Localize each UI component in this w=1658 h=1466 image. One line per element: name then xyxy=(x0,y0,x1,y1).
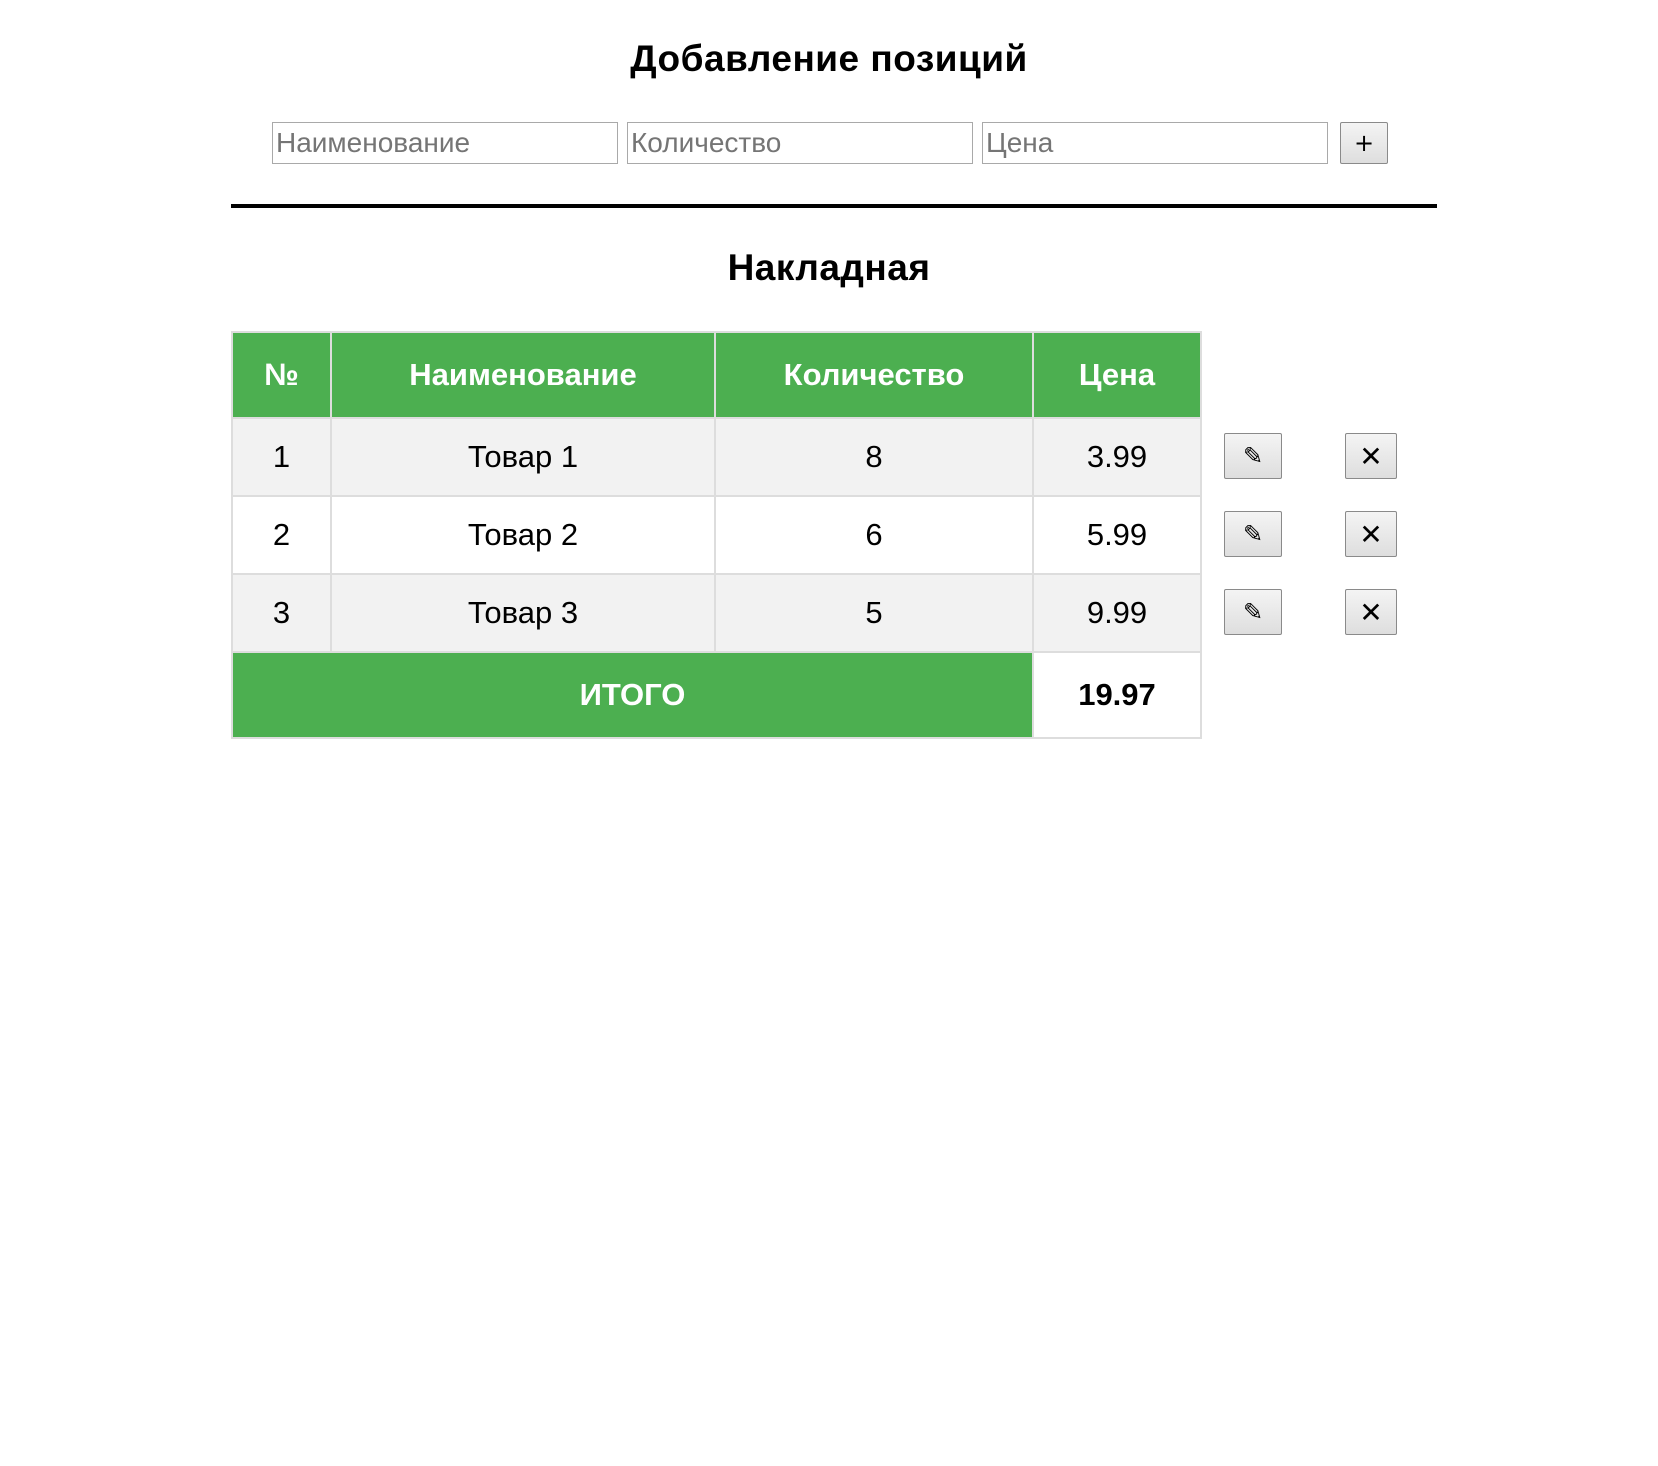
add-section-title: Добавление позиций xyxy=(630,38,1028,79)
delete-row-1-button[interactable]: ✕ xyxy=(1345,433,1397,479)
invoice-title: Накладная xyxy=(727,247,931,288)
edit-row-3-button[interactable]: ✎ xyxy=(1224,589,1282,635)
close-icon: ✕ xyxy=(1359,595,1383,629)
column-header-number: № xyxy=(231,331,332,419)
section-divider xyxy=(231,204,1437,208)
table-row: 3 Товар 3 5 9.99 xyxy=(231,573,1202,653)
row-number: 3 xyxy=(231,573,332,653)
quantity-input[interactable] xyxy=(627,122,973,164)
total-label: ИТОГО xyxy=(231,651,1034,739)
name-input[interactable] xyxy=(272,122,618,164)
close-icon: ✕ xyxy=(1359,439,1383,473)
add-item-button[interactable]: + xyxy=(1340,122,1388,164)
row-number: 1 xyxy=(231,417,332,497)
invoice-table: № Наименование Количество Цена 1 Товар 1… xyxy=(231,331,1202,739)
total-value: 19.97 xyxy=(1032,651,1202,739)
price-input[interactable] xyxy=(982,122,1328,164)
table-row: 2 Товар 2 6 5.99 xyxy=(231,495,1202,575)
column-header-name: Наименование xyxy=(330,331,716,419)
row-price: 9.99 xyxy=(1032,573,1202,653)
column-header-price: Цена xyxy=(1032,331,1202,419)
column-header-quantity: Количество xyxy=(714,331,1034,419)
row-quantity: 5 xyxy=(714,573,1034,653)
pencil-icon: ✎ xyxy=(1242,520,1264,548)
close-icon: ✕ xyxy=(1359,517,1383,551)
table-row: 1 Товар 1 8 3.99 xyxy=(231,417,1202,497)
delete-row-3-button[interactable]: ✕ xyxy=(1345,589,1397,635)
total-row: ИТОГО 19.97 xyxy=(231,651,1202,739)
table-header-row: № Наименование Количество Цена xyxy=(231,331,1202,419)
row-quantity: 8 xyxy=(714,417,1034,497)
row-name: Товар 3 xyxy=(330,573,716,653)
row-name: Товар 2 xyxy=(330,495,716,575)
pencil-icon: ✎ xyxy=(1242,598,1264,626)
edit-row-1-button[interactable]: ✎ xyxy=(1224,433,1282,479)
row-quantity: 6 xyxy=(714,495,1034,575)
delete-row-2-button[interactable]: ✕ xyxy=(1345,511,1397,557)
row-name: Товар 1 xyxy=(330,417,716,497)
row-number: 2 xyxy=(231,495,332,575)
pencil-icon: ✎ xyxy=(1242,442,1264,470)
edit-row-2-button[interactable]: ✎ xyxy=(1224,511,1282,557)
row-price: 3.99 xyxy=(1032,417,1202,497)
row-price: 5.99 xyxy=(1032,495,1202,575)
